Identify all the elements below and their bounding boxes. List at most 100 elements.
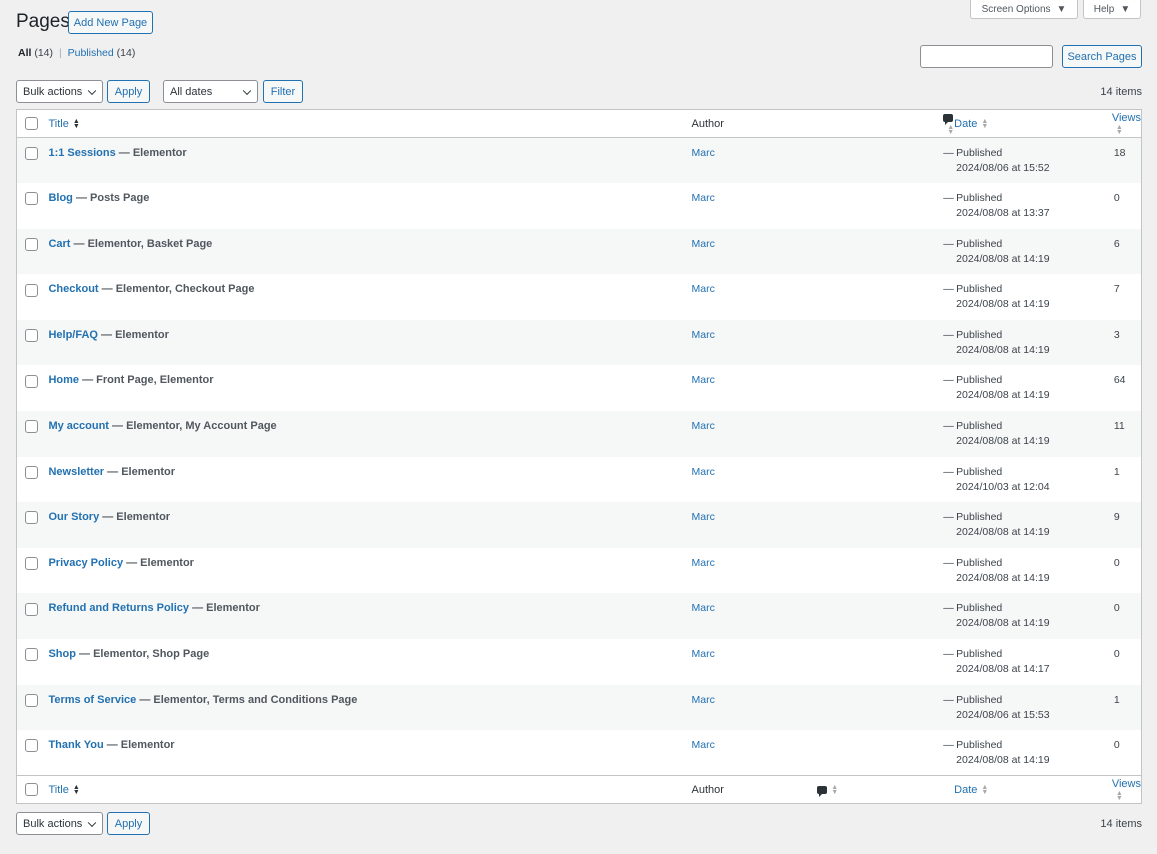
search-input[interactable]	[920, 45, 1053, 68]
post-date: 2024/08/08 at 14:19	[956, 298, 1050, 311]
post-status: Published	[956, 739, 1003, 752]
title-column-sort[interactable]: Title	[48, 784, 68, 796]
author-link[interactable]: Marc	[692, 192, 715, 204]
page-title-link[interactable]: 1:1 Sessions	[48, 147, 115, 159]
row-checkbox[interactable]	[25, 237, 38, 251]
comments-count: —	[943, 739, 954, 752]
table-row: 1:1 Sessions — Elementor Marc — Publishe…	[16, 137, 1142, 184]
views-count: 6	[1113, 237, 1120, 250]
post-status: Published	[956, 237, 1003, 250]
select-all-checkbox[interactable]	[25, 117, 38, 130]
page-title-link[interactable]: Terms of Service	[48, 694, 136, 706]
table-row: Newsletter — Elementor Marc — Published 2…	[17, 457, 1142, 503]
views-column-sort[interactable]: Views	[1112, 112, 1141, 124]
row-checkbox[interactable]	[25, 465, 38, 479]
author-link[interactable]: Marc	[692, 374, 715, 386]
bulk-actions-select-bottom[interactable]: Bulk actions	[16, 812, 103, 835]
help-button[interactable]: Help ▼	[1083, 0, 1141, 19]
page-title: Pages	[16, 11, 70, 32]
author-link[interactable]: Marc	[692, 329, 715, 341]
author-link[interactable]: Marc	[692, 739, 715, 751]
table-row: Help/FAQ — Elementor Marc — Published 202…	[16, 319, 1142, 366]
page-title-link[interactable]: My account	[48, 420, 109, 432]
post-states: — Elementor	[189, 602, 260, 615]
author-link[interactable]: Marc	[692, 420, 715, 432]
sort-icon: ▲ ▼	[1115, 123, 1123, 136]
table-row: Privacy Policy — Elementor Marc — Publis…	[17, 548, 1142, 594]
select-all-checkbox[interactable]	[25, 783, 38, 797]
row-checkbox[interactable]	[25, 283, 38, 297]
author-link[interactable]: Marc	[692, 511, 715, 523]
date-column-sort[interactable]: Date	[954, 118, 977, 130]
row-checkbox[interactable]	[25, 192, 38, 206]
page-title-link[interactable]: Newsletter	[48, 466, 104, 478]
row-checkbox[interactable]	[25, 557, 38, 571]
author-column: Author	[691, 775, 818, 804]
post-states: — Elementor, Shop Page	[75, 648, 210, 661]
post-states: — Front Page, Elementor	[79, 374, 214, 387]
row-checkbox[interactable]	[25, 739, 38, 753]
filter-button[interactable]: Filter	[263, 80, 303, 103]
author-link[interactable]: Marc	[692, 238, 715, 250]
views-count: 0	[1113, 192, 1120, 205]
author-link[interactable]: Marc	[692, 147, 715, 159]
row-checkbox[interactable]	[25, 511, 38, 525]
author-link[interactable]: Marc	[692, 648, 715, 660]
views-count: 18	[1113, 147, 1126, 159]
comment-bubble-icon[interactable]	[943, 113, 954, 125]
author-link[interactable]: Marc	[692, 466, 715, 478]
table-footer: Title ▲ ▼ Author ▲ ▼ Date ▲ ▼ Views▲ ▼	[16, 775, 1142, 804]
page-title-link[interactable]: Refund and Returns Policy	[48, 602, 189, 614]
page-title-link[interactable]: Shop	[48, 648, 76, 660]
bulk-actions-select[interactable]: Bulk actions	[16, 80, 103, 103]
filter-all[interactable]: All	[18, 47, 31, 59]
page-title-link[interactable]: Help/FAQ	[48, 329, 98, 341]
author-link[interactable]: Marc	[692, 283, 715, 295]
title-column-sort[interactable]: Title	[48, 118, 68, 130]
author-link[interactable]: Marc	[692, 557, 715, 569]
row-checkbox[interactable]	[25, 602, 38, 616]
page-title-link[interactable]: Privacy Policy	[48, 557, 123, 569]
row-checkbox[interactable]	[25, 329, 38, 343]
page-title-link[interactable]: Home	[48, 374, 79, 386]
comments-count: —	[943, 556, 954, 569]
author-link[interactable]: Marc	[692, 602, 715, 614]
author-link[interactable]: Marc	[692, 694, 715, 706]
post-date: 2024/08/08 at 14:19	[956, 617, 1050, 630]
row-checkbox[interactable]	[25, 420, 38, 434]
add-new-page-button[interactable]: Add New Page	[68, 11, 153, 34]
page-title-link[interactable]: Our Story	[48, 511, 99, 523]
page-title-link[interactable]: Checkout	[48, 283, 98, 295]
post-states: — Elementor, Terms and Conditions Page	[136, 693, 358, 706]
comment-bubble-icon[interactable]	[817, 785, 828, 797]
filter-published[interactable]: Published	[68, 47, 114, 59]
views-column-sort[interactable]: Views	[1112, 778, 1141, 790]
page-title-link[interactable]: Thank You	[48, 739, 103, 751]
views-count: 11	[1113, 420, 1125, 433]
dates-select[interactable]: All dates	[163, 80, 258, 103]
bulk-actions-label: Bulk actions	[23, 85, 83, 98]
table-row: My account — Elementor, My Account Page …	[16, 411, 1142, 457]
page-title-link[interactable]: Cart	[48, 238, 70, 250]
date-column-sort[interactable]: Date	[954, 784, 977, 796]
comments-count: —	[943, 147, 954, 159]
post-status: Published	[956, 283, 1003, 296]
apply-button-bottom[interactable]: Apply	[107, 812, 150, 835]
post-states: — Elementor	[103, 739, 175, 752]
search-pages-button[interactable]: Search Pages	[1062, 45, 1142, 68]
page-title-link[interactable]: Blog	[48, 192, 72, 204]
row-checkbox[interactable]	[25, 693, 38, 707]
table-header: Title ▲ ▼ Author ▲ ▼ Date ▲ ▼ Views▲ ▼	[16, 109, 1142, 138]
post-date: 2024/08/08 at 14:19	[956, 754, 1050, 767]
row-checkbox[interactable]	[25, 147, 38, 161]
table-row: Our Story — Elementor Marc — Published 20…	[16, 502, 1142, 548]
views-count: 1	[1113, 465, 1120, 478]
screen-options-button[interactable]: Screen Options ▼	[970, 0, 1078, 19]
apply-button[interactable]: Apply	[107, 80, 150, 103]
post-date: 2024/08/08 at 14:17	[956, 663, 1050, 676]
row-checkbox[interactable]	[25, 648, 38, 662]
dates-label: All dates	[170, 85, 213, 98]
views-count: 0	[1113, 556, 1120, 569]
post-status: Published	[956, 556, 1003, 569]
row-checkbox[interactable]	[25, 374, 38, 388]
